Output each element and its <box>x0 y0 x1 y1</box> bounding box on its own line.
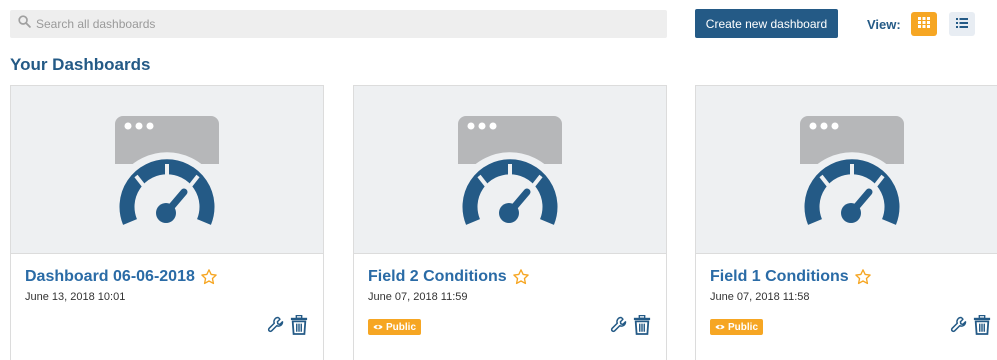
dashboard-thumbnail[interactable] <box>696 86 997 254</box>
dashboard-date: June 07, 2018 11:59 <box>368 291 468 303</box>
wrench-icon[interactable] <box>266 315 286 335</box>
public-badge: Public <box>710 319 764 335</box>
card-actions <box>949 315 991 335</box>
star-outline-icon[interactable] <box>200 268 218 286</box>
create-dashboard-button[interactable]: Create new dashboard <box>695 9 838 38</box>
trash-icon[interactable] <box>290 315 308 335</box>
wrench-icon[interactable] <box>949 315 969 335</box>
dashboard-date: June 13, 2018 10:01 <box>25 291 126 303</box>
trash-icon[interactable] <box>633 315 651 335</box>
dashboard-card[interactable]: Field 2 Conditions June 07, 2018 11:59 P… <box>353 85 667 360</box>
public-badge: Public <box>368 319 422 335</box>
section-title: Your Dashboards <box>10 55 151 74</box>
view-label: View: <box>867 17 901 32</box>
star-outline-icon[interactable] <box>854 268 872 286</box>
dashboard-thumbnail[interactable] <box>11 86 323 254</box>
dashboard-card[interactable]: Field 1 Conditions June 07, 2018 11:58 P… <box>695 85 997 360</box>
list-view-button[interactable] <box>949 12 975 36</box>
dashboard-gauge-icon <box>454 116 566 227</box>
card-actions <box>609 315 651 335</box>
eye-icon <box>373 323 386 331</box>
list-icon <box>956 15 968 33</box>
eye-icon <box>715 323 728 331</box>
search-input[interactable] <box>36 17 636 31</box>
search-bar[interactable] <box>10 10 667 38</box>
star-outline-icon[interactable] <box>512 268 530 286</box>
badge-label: Public <box>386 321 417 333</box>
dashboard-thumbnail[interactable] <box>354 86 666 254</box>
badge-label: Public <box>728 321 759 333</box>
card-actions <box>266 315 308 335</box>
dashboard-gauge-icon <box>111 116 223 227</box>
dashboard-title[interactable]: Field 2 Conditions <box>368 268 507 286</box>
dashboard-date: June 07, 2018 11:58 <box>710 291 810 303</box>
dashboard-title[interactable]: Dashboard 06-06-2018 <box>25 268 195 286</box>
grid-icon <box>918 15 930 33</box>
dashboard-title[interactable]: Field 1 Conditions <box>710 268 849 286</box>
dashboard-gauge-icon <box>796 116 908 227</box>
trash-icon[interactable] <box>973 315 991 335</box>
wrench-icon[interactable] <box>609 315 629 335</box>
dashboard-card[interactable]: Dashboard 06-06-2018 June 13, 2018 10:01 <box>10 85 324 360</box>
search-icon <box>18 15 36 33</box>
grid-view-button[interactable] <box>911 12 937 36</box>
